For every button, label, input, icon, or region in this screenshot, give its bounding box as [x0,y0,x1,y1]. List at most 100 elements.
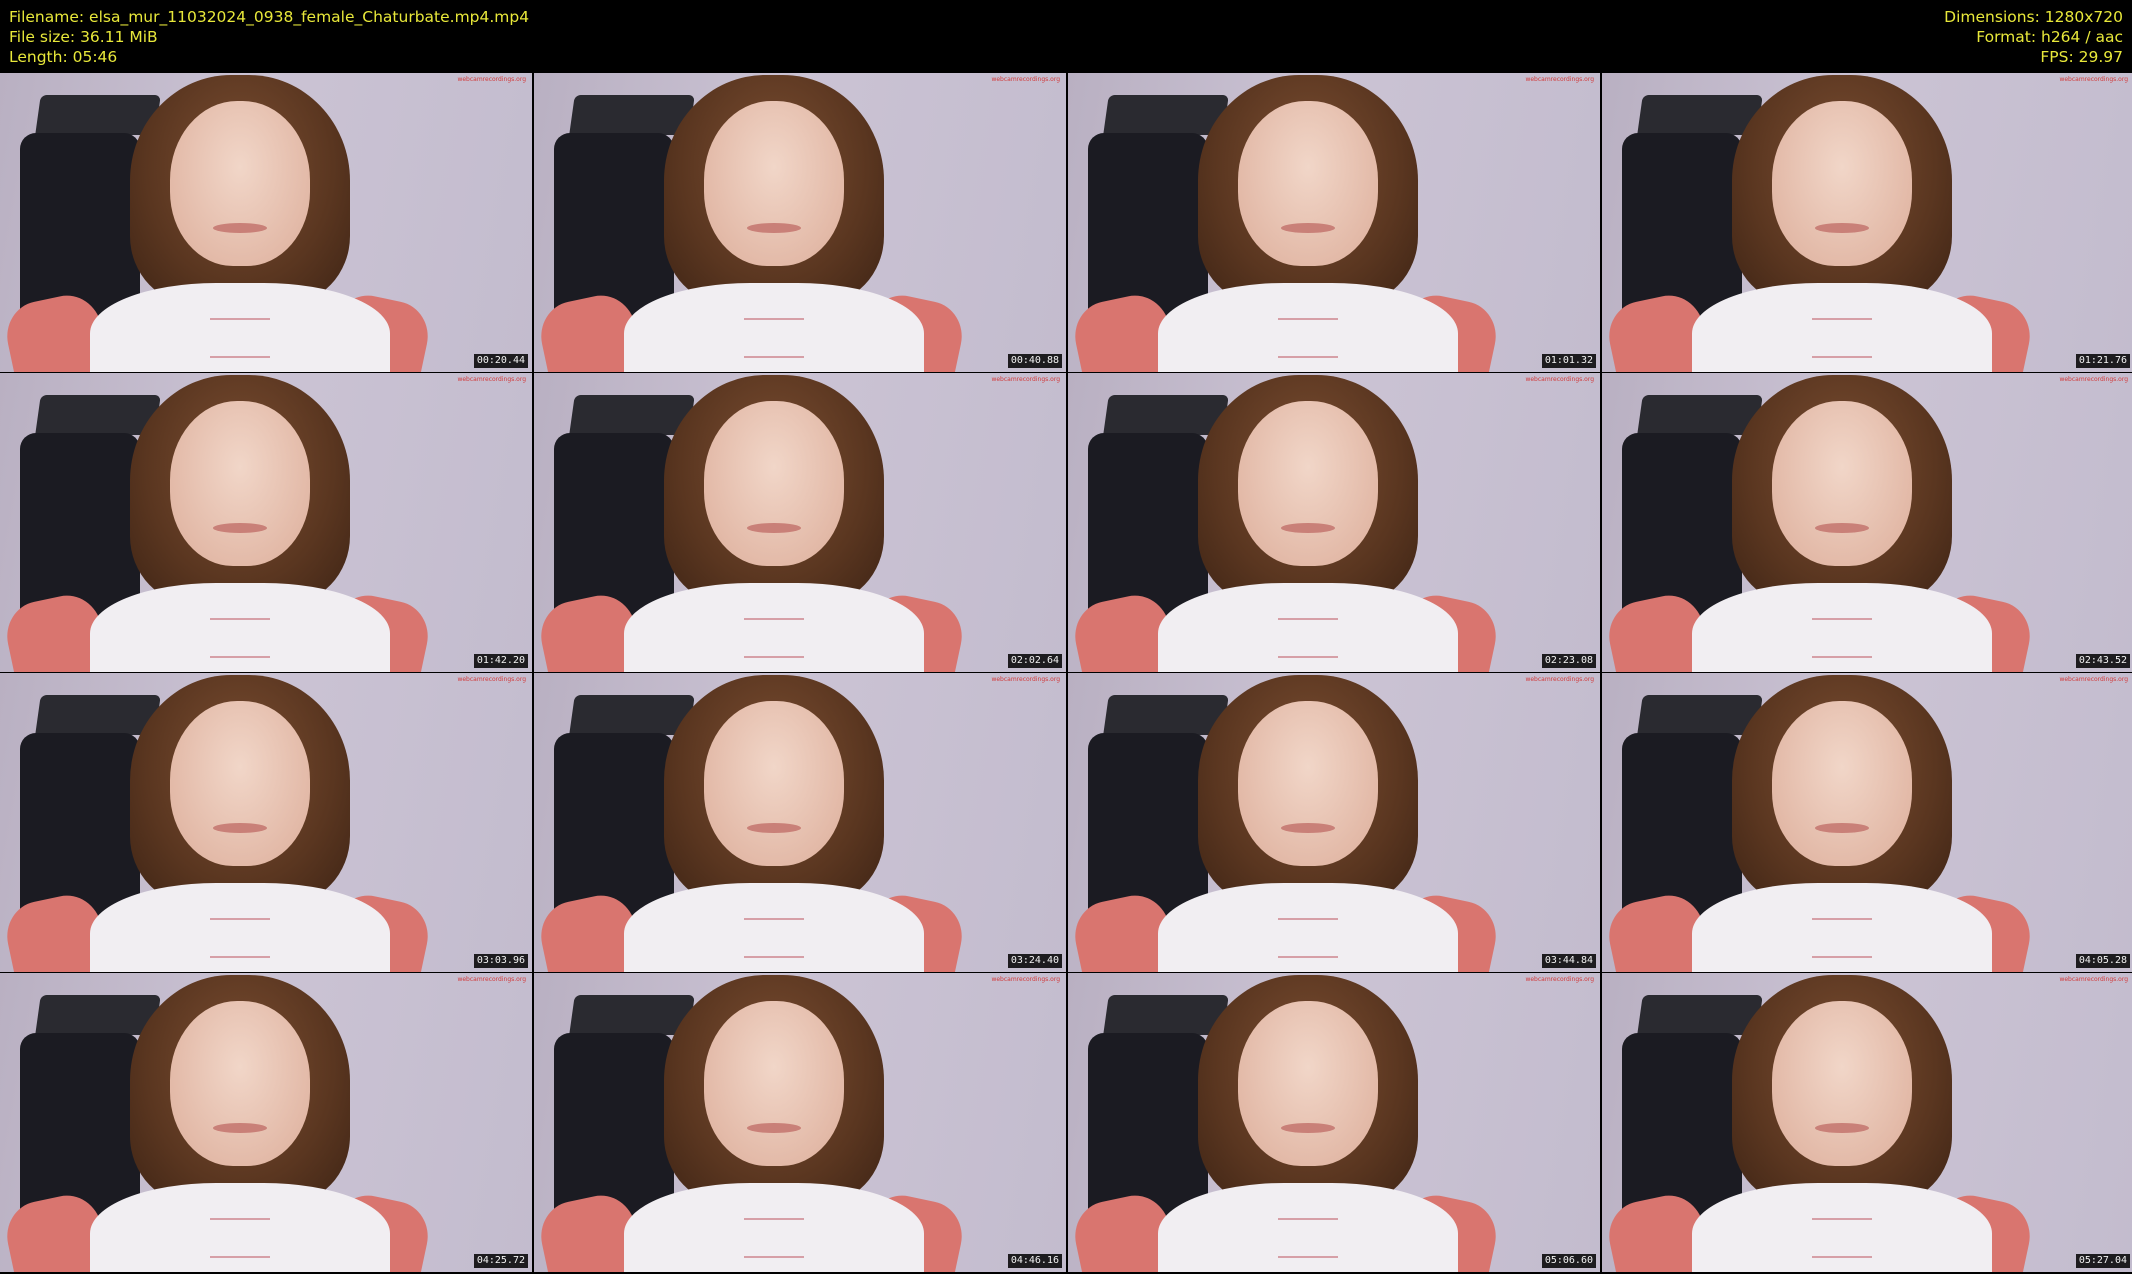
video-thumbnail[interactable]: webcamrecordings.org 03:03.96 [0,673,532,972]
video-thumbnail[interactable]: webcamrecordings.org 03:44.84 [1068,673,1600,972]
filename-label: Filename: elsa_mur_11032024_0938_female_… [9,8,530,26]
timestamp-label: 01:42.20 [473,654,528,668]
timestamp-label: 00:20.44 [473,354,528,368]
shirt-print [1278,918,1338,958]
fps-label: FPS: 29.97 [2040,48,2123,66]
face [704,701,844,866]
watermark: webcamrecordings.org [1525,376,1594,383]
timestamp-label: 00:40.88 [1007,354,1062,368]
video-thumbnail[interactable]: webcamrecordings.org 05:06.60 [1068,973,1600,1272]
watermark: webcamrecordings.org [2059,676,2128,683]
shirt-print [210,318,270,358]
mouth [747,523,801,533]
mouth [213,823,267,833]
filesize-label: File size: 36.11 MiB [9,28,158,46]
watermark: webcamrecordings.org [991,676,1060,683]
face [1238,101,1378,266]
face [170,401,310,566]
mouth [747,1123,801,1133]
face [1772,1001,1912,1166]
face [170,701,310,866]
format-label: Format: h264 / aac [1976,28,2123,46]
shirt-print [210,618,270,658]
video-thumbnail[interactable]: webcamrecordings.org 00:40.88 [534,73,1066,372]
mouth [1815,223,1869,233]
face [704,1001,844,1166]
face [1238,701,1378,866]
shirt-print [744,318,804,358]
timestamp-label: 04:05.28 [2075,954,2130,968]
timestamp-label: 01:01.32 [1541,354,1596,368]
face [170,1001,310,1166]
video-thumbnail[interactable]: webcamrecordings.org 01:42.20 [0,373,532,672]
watermark: webcamrecordings.org [457,376,526,383]
video-thumbnail[interactable]: webcamrecordings.org 02:23.08 [1068,373,1600,672]
watermark: webcamrecordings.org [991,76,1060,83]
face [704,401,844,566]
mouth [1281,1123,1335,1133]
mouth [1281,523,1335,533]
video-thumbnail[interactable]: webcamrecordings.org 00:20.44 [0,73,532,372]
mouth [747,223,801,233]
video-thumbnail[interactable]: webcamrecordings.org 04:46.16 [534,973,1066,1272]
info-left-block: Filename: elsa_mur_11032024_0938_female_… [9,7,529,67]
video-thumbnail[interactable]: webcamrecordings.org 03:24.40 [534,673,1066,972]
shirt-print [1812,918,1872,958]
mouth [213,1123,267,1133]
video-info-header: Filename: elsa_mur_11032024_0938_female_… [0,0,2132,72]
shirt-print [744,618,804,658]
shirt-print [1278,318,1338,358]
video-thumbnail[interactable]: webcamrecordings.org 01:01.32 [1068,73,1600,372]
shirt-print [1278,618,1338,658]
watermark: webcamrecordings.org [1525,76,1594,83]
video-thumbnail[interactable]: webcamrecordings.org 04:25.72 [0,973,532,1272]
face [1772,101,1912,266]
info-right-block: Dimensions: 1280x720 Format: h264 / aac … [1944,7,2123,67]
watermark: webcamrecordings.org [2059,976,2128,983]
video-thumbnail[interactable]: webcamrecordings.org 04:05.28 [1602,673,2132,972]
face [1238,401,1378,566]
timestamp-label: 03:03.96 [473,954,528,968]
timestamp-label: 05:06.60 [1541,1254,1596,1268]
timestamp-label: 01:21.76 [2075,354,2130,368]
length-label: Length: 05:46 [9,48,118,66]
timestamp-label: 02:43.52 [2075,654,2130,668]
watermark: webcamrecordings.org [2059,76,2128,83]
video-thumbnail[interactable]: webcamrecordings.org 02:02.64 [534,373,1066,672]
mouth [213,523,267,533]
timestamp-label: 02:23.08 [1541,654,1596,668]
timestamp-label: 02:02.64 [1007,654,1062,668]
watermark: webcamrecordings.org [1525,676,1594,683]
shirt-print [210,1218,270,1258]
timestamp-label: 03:24.40 [1007,954,1062,968]
watermark: webcamrecordings.org [457,976,526,983]
video-thumbnail[interactable]: webcamrecordings.org 01:21.76 [1602,73,2132,372]
timestamp-label: 04:25.72 [473,1254,528,1268]
shirt-print [210,918,270,958]
shirt-print [1812,618,1872,658]
mouth [747,823,801,833]
shirt-print [1278,1218,1338,1258]
timestamp-label: 04:46.16 [1007,1254,1062,1268]
face [1772,701,1912,866]
watermark: webcamrecordings.org [457,76,526,83]
video-thumbnail[interactable]: webcamrecordings.org 02:43.52 [1602,373,2132,672]
video-thumbnail[interactable]: webcamrecordings.org 05:27.04 [1602,973,2132,1272]
mouth [213,223,267,233]
shirt-print [1812,318,1872,358]
watermark: webcamrecordings.org [991,976,1060,983]
thumbnail-grid: webcamrecordings.org 00:20.44 webcamrecord… [0,73,2132,1274]
face [170,101,310,266]
dimensions-label: Dimensions: 1280x720 [1944,8,2123,26]
watermark: webcamrecordings.org [457,676,526,683]
watermark: webcamrecordings.org [2059,376,2128,383]
mouth [1281,823,1335,833]
face [1238,1001,1378,1166]
face [704,101,844,266]
watermark: webcamrecordings.org [1525,976,1594,983]
mouth [1281,223,1335,233]
face [1772,401,1912,566]
shirt-print [744,1218,804,1258]
mouth [1815,823,1869,833]
timestamp-label: 05:27.04 [2075,1254,2130,1268]
